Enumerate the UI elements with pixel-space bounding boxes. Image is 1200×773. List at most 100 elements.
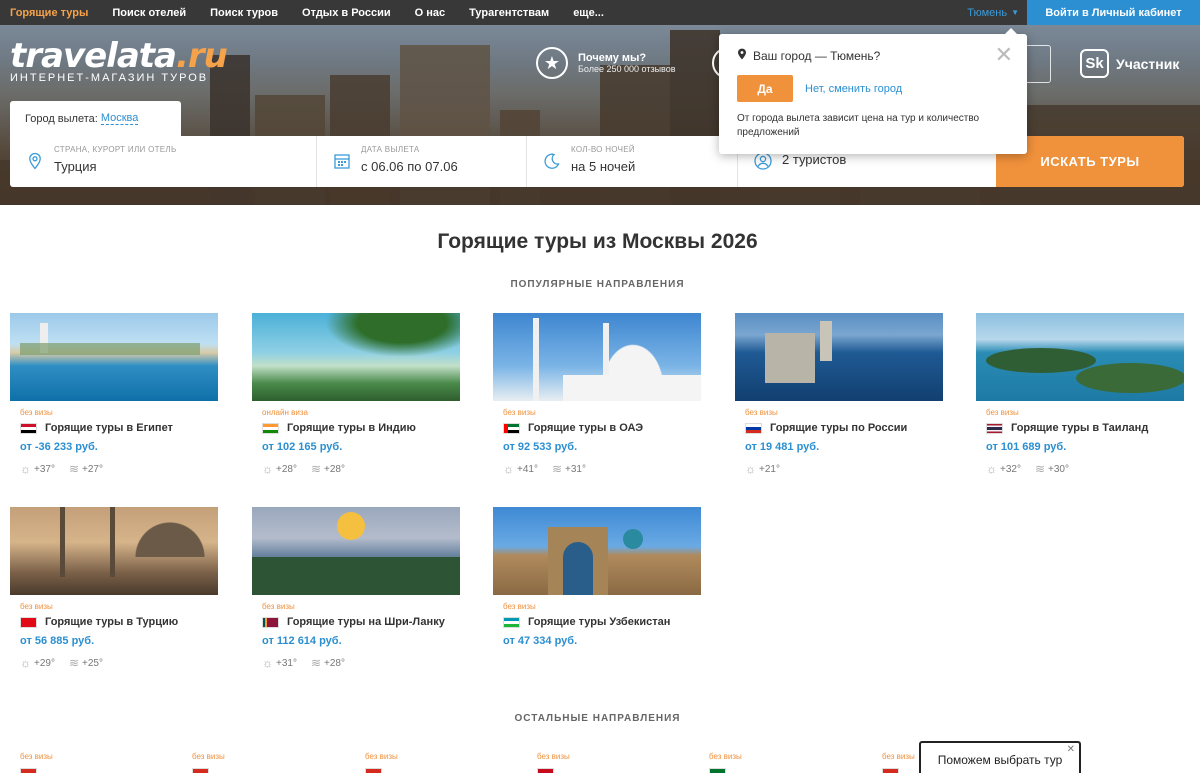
sun-icon: ☼ [20,656,31,670]
calendar-icon [334,154,350,169]
visa-badge: без визы [503,408,536,417]
flag-icon [709,768,726,773]
city-name: Тюмень [967,6,1008,19]
water-icon: ≋ [310,462,322,476]
departure-city-tab: Город вылета: Москва [10,101,181,136]
close-icon[interactable]: ✕ [1067,744,1075,755]
list-item[interactable]: без визы [192,752,225,773]
city-confirm-popup: Ваш город — Тюмень? ✕ Да Нет, сменить го… [719,28,1027,154]
sun-icon: ☼ [745,462,756,476]
destination-image [735,313,943,401]
skolkovo-member: Sk Участник [1080,49,1179,78]
date-value: с 06.06 по 07.06 [361,159,458,174]
chevron-down-icon: ▼ [1011,8,1019,17]
destination-card-india[interactable]: онлайн виза Горящие туры в Индию от 102 … [252,313,460,493]
nav-hotel-search[interactable]: Поиск отелей [112,7,186,19]
reviews-count: Более 250 000 отзывов [578,64,676,74]
sun-icon: ☼ [986,462,997,476]
flag-icon [882,768,899,773]
card-title: Горящие туры по России [770,422,908,434]
list-item[interactable]: без визы [882,752,915,773]
destination-card-egypt[interactable]: без визы Горящие туры в Египет от -36 23… [10,313,218,493]
destination-card-russia[interactable]: без визы Горящие туры по России от 19 48… [735,313,943,493]
nights-value: на 5 ночей [571,159,636,174]
card-price: от 102 165 руб. [262,441,343,453]
destination-card-uzbekistan[interactable]: без визы Горящие туры Узбекистан от 47 3… [493,507,701,687]
visa-badge: без визы [503,602,536,611]
help-choose-tour-button[interactable]: Поможем выбрать тур ✕ [919,741,1081,773]
air-temp: +41° [517,463,538,475]
user-icon [754,152,772,170]
confirm-city-button[interactable]: Да [737,75,793,102]
other-destinations-label: ОСТАЛЬНЫЕ НАПРАВЛЕНИЯ [514,713,681,724]
city-selector[interactable]: Тюмень ▼ [967,0,1019,25]
card-price: от -36 233 руб. [20,441,98,453]
skolkovo-logo-icon: Sk [1080,49,1109,78]
thailand-flag-icon [986,422,1003,434]
destination-image [493,507,701,595]
card-price: от 112 614 руб. [262,635,342,647]
visa-badge: без визы [20,408,53,417]
nav-agencies[interactable]: Турагентствам [469,7,549,19]
destination-image [10,507,218,595]
air-temp: +37° [34,463,55,475]
travelata-logo[interactable]: travelata.ru ИНТЕРНЕТ-МАГАЗИН ТУРОВ [10,38,228,84]
list-item[interactable]: без визы [365,752,398,773]
air-temp: +21° [759,463,780,475]
why-us-block[interactable]: ★ Почему мы? Более 250 000 отзывов [536,47,676,79]
list-item[interactable]: без визы [537,752,570,773]
water-temp: +25° [82,657,103,669]
water-temp: +30° [1048,463,1069,475]
page-title: Горящие туры из Москвы 2026 [437,230,758,253]
nav-tour-search[interactable]: Поиск туров [210,7,278,19]
date-field[interactable]: ДАТА ВЫЛЕТА с 06.06 по 07.06 [317,136,527,187]
list-item[interactable]: без визы [20,752,53,773]
destination-card-sri-lanka[interactable]: без визы Горящие туры на Шри-Ланку от 11… [252,507,460,687]
tourists-value: 2 туристов [782,152,847,167]
city-note: От города вылета зависит цена на тур и к… [737,113,980,138]
sun-icon: ☼ [20,462,31,476]
login-button[interactable]: Войти в Личный кабинет [1027,0,1200,25]
card-price: от 92 533 руб. [503,441,578,453]
destination-value: Турция [54,159,97,174]
change-city-link[interactable]: Нет, сменить город [805,83,902,95]
card-title: Горящие туры в Египет [45,422,173,434]
sri-lanka-flag-icon [262,616,279,628]
card-title: Горящие туры Узбекистан [528,616,671,628]
card-price: от 47 334 руб. [503,635,578,647]
destination-card-thailand[interactable]: без визы Горящие туры в Таиланд от 101 6… [976,313,1184,493]
close-icon[interactable]: ✕ [995,44,1013,66]
card-title: Горящие туры на Шри-Ланку [287,616,445,628]
moon-icon [544,153,560,169]
why-us-title: Почему мы? [578,52,647,64]
card-title: Горящие туры в Таиланд [1011,422,1149,434]
nav-hot-tours[interactable]: Горящие туры [10,7,88,19]
city-question: Ваш город — Тюмень? [753,48,881,63]
air-temp: +32° [1000,463,1021,475]
location-pin-icon [29,152,41,170]
nav-more[interactable]: еще... [573,7,604,19]
list-item[interactable]: без визы [709,752,742,773]
card-price: от 19 481 руб. [745,441,820,453]
visa-badge: без визы [986,408,1019,417]
visa-badge: без визы [745,408,778,417]
destination-image [252,507,460,595]
destination-card-turkey[interactable]: без визы Горящие туры в Турцию от 56 885… [10,507,218,687]
turkey-flag-icon [20,616,37,628]
destination-field[interactable]: СТРАНА, КУРОРТ ИЛИ ОТЕЛЬ Турция [10,136,317,187]
star-icon: ★ [536,47,568,79]
destination-card-uae[interactable]: без визы Горящие туры в ОАЭ от 92 533 ру… [493,313,701,493]
nav-about[interactable]: О нас [415,7,446,19]
logo-tagline: ИНТЕРНЕТ-МАГАЗИН ТУРОВ [10,72,209,84]
card-title: Горящие туры в Турцию [45,616,179,628]
uzbekistan-flag-icon [503,616,520,628]
uae-flag-icon [503,422,520,434]
destination-image [252,313,460,401]
nav-russia[interactable]: Отдых в России [302,7,391,19]
water-temp: +28° [324,463,345,475]
air-temp: +28° [276,463,297,475]
nights-field[interactable]: КОЛ-ВО НОЧЕЙ на 5 ночей [527,136,738,187]
skolkovo-label: Участник [1116,55,1180,72]
flag-icon [192,768,209,773]
departure-city-link[interactable]: Москва [100,112,139,125]
